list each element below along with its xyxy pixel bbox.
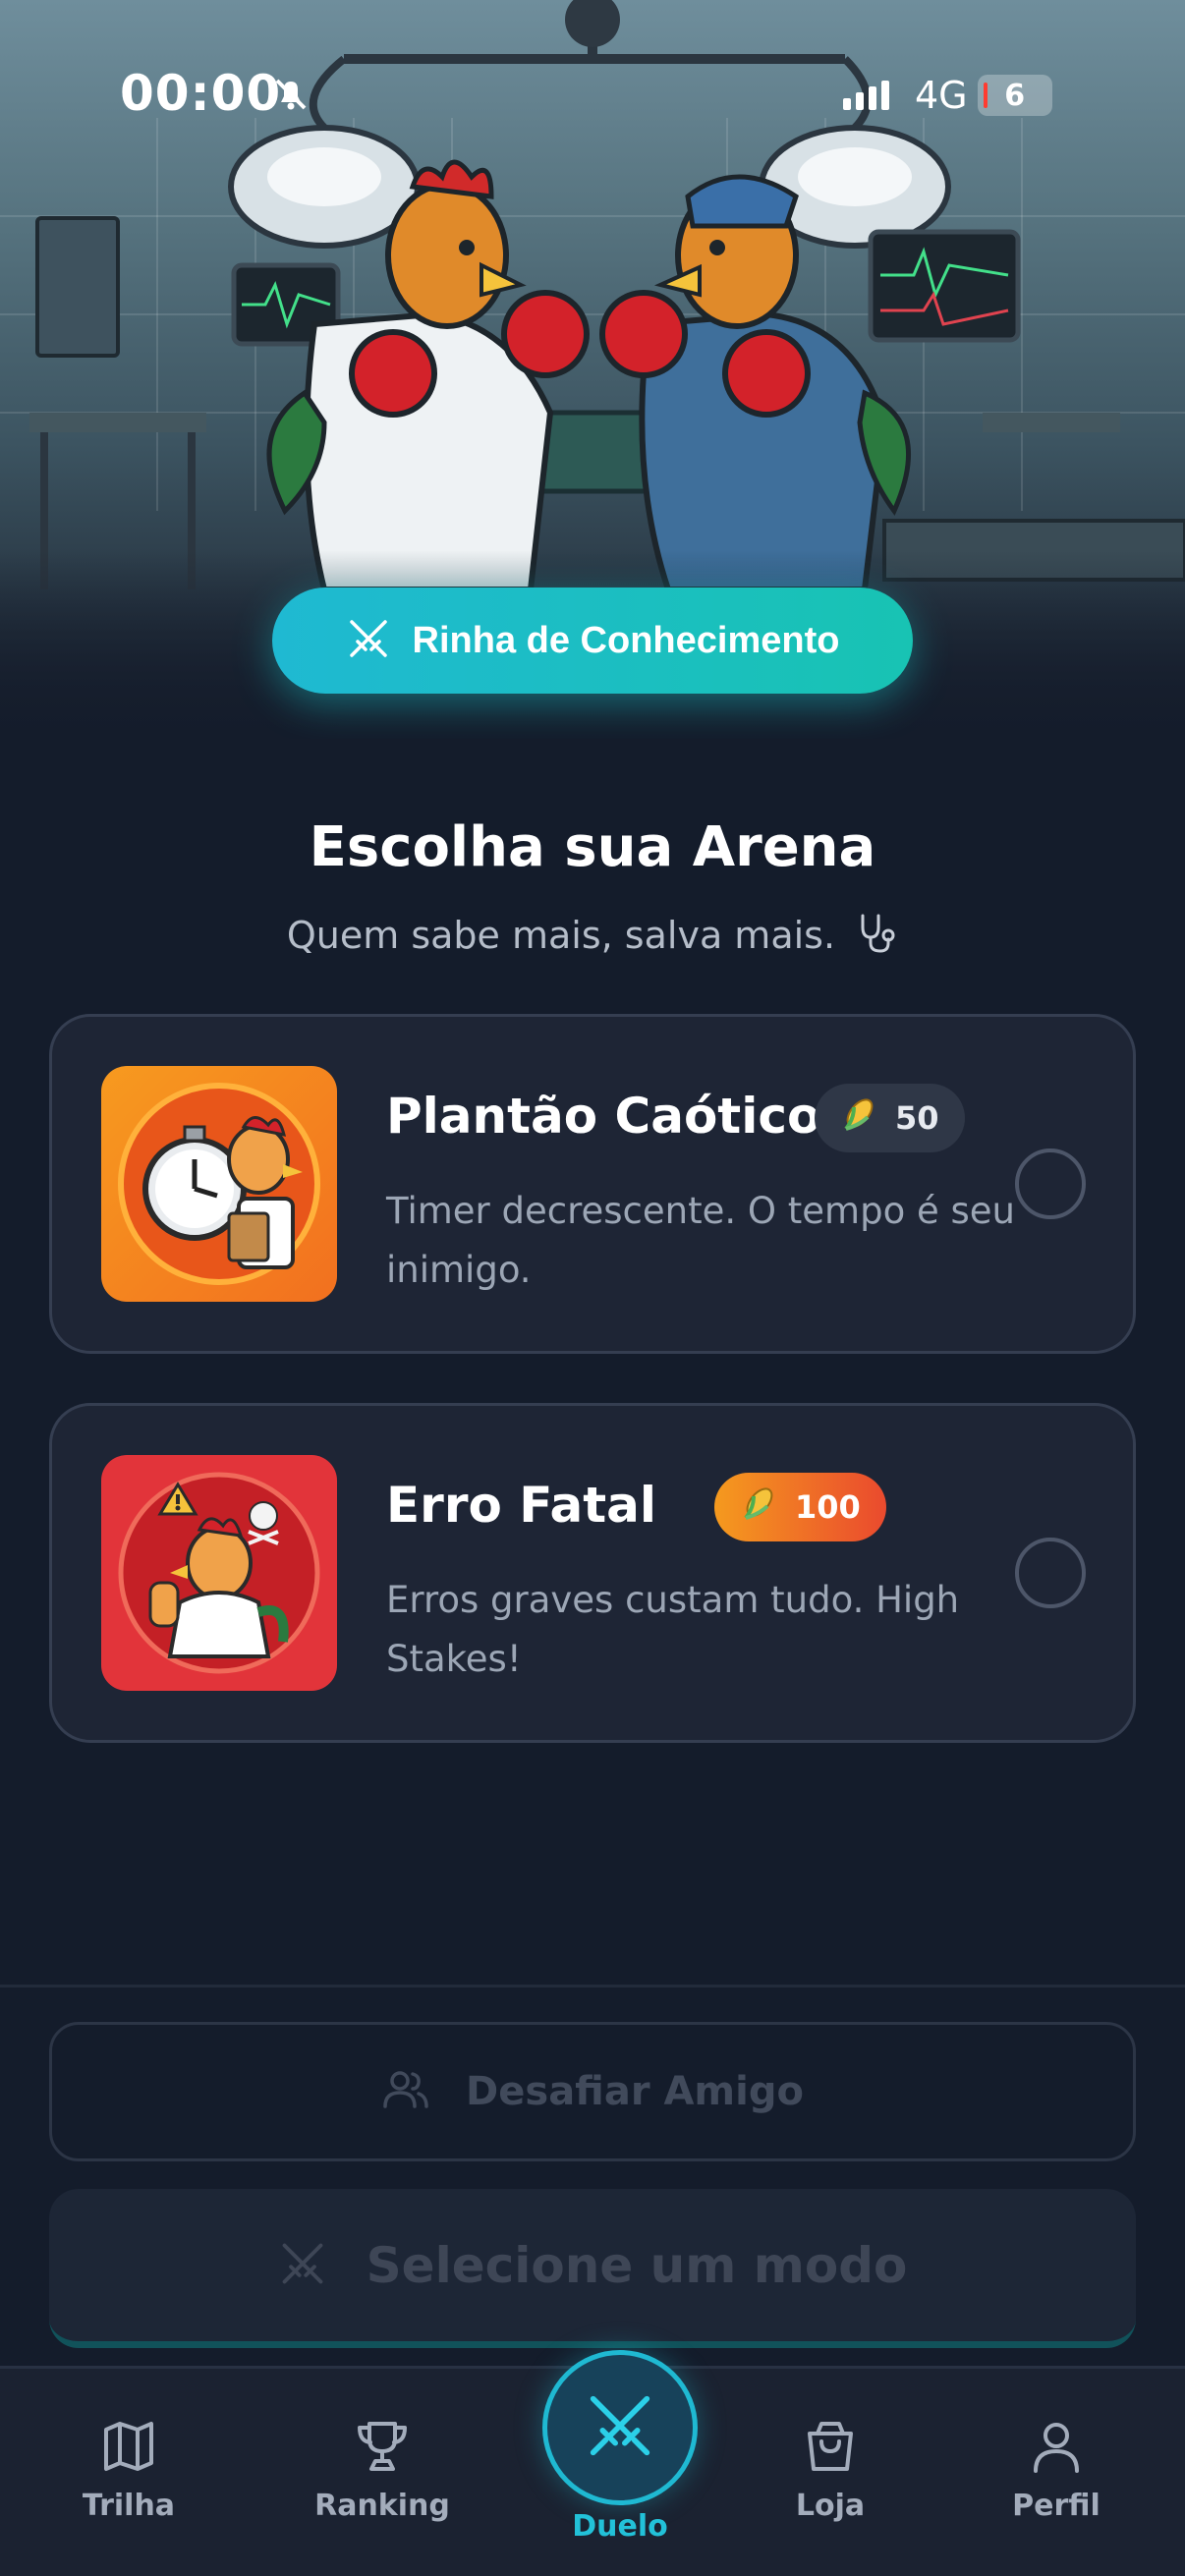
cost-badge: 50: [815, 1084, 965, 1152]
mode-title: Erro Fatal: [386, 1477, 656, 1534]
nav-item-duelo[interactable]: [542, 2350, 698, 2505]
status-time: 00:00: [120, 65, 282, 122]
nav-label-duelo: Duelo: [572, 2509, 668, 2544]
user-icon: [1028, 2423, 1085, 2479]
challenge-friend-label: Desafiar Amigo: [466, 2069, 804, 2114]
bell-muted-icon: [271, 75, 310, 118]
users-icon: [381, 2065, 430, 2118]
stethoscope-icon: [855, 912, 898, 964]
cost-badge: 100: [714, 1473, 886, 1541]
status-indicators: 4G 6: [843, 71, 1052, 120]
arena-title: Escolha sua Arena: [309, 815, 876, 879]
corn-icon: [840, 1093, 881, 1143]
mode-card-erro-fatal[interactable]: Erro Fatal 100 Erros graves custam tudo.…: [49, 1403, 1136, 1743]
battery-level: 6: [1004, 78, 1026, 113]
trophy-icon: [354, 2422, 411, 2479]
plantao-caotico-thumbnail: [101, 1066, 337, 1302]
nav-item-ranking[interactable]: Ranking: [284, 2418, 480, 2523]
nav-label: Trilha: [82, 2489, 176, 2523]
mode-title-pill: Rinha de Conhecimento: [272, 588, 913, 694]
mode-title-label: Rinha de Conhecimento: [412, 619, 840, 661]
mode-description: Erros graves custam tudo. High Stakes!: [386, 1579, 960, 1680]
mode-radio-plantao-caotico[interactable]: [1015, 1148, 1086, 1219]
nav-item-perfil[interactable]: Perfil: [958, 2418, 1155, 2523]
crossed-swords-icon: [278, 2239, 327, 2292]
erro-fatal-thumbnail: [101, 1455, 337, 1691]
arena-subtitle-text: Quem sabe mais, salva mais.: [286, 914, 836, 957]
mode-description: Timer decrescente. O tempo é seu inimigo…: [386, 1190, 1016, 1291]
mode-radio-erro-fatal[interactable]: [1015, 1538, 1086, 1608]
select-mode-label: Selecione um modo: [366, 2236, 908, 2294]
corn-icon: [740, 1483, 781, 1532]
signal-icon: [843, 81, 889, 110]
mode-title: Plantão Caótico: [386, 1088, 821, 1145]
arena-subtitle: Quem sabe mais, salva mais.: [0, 912, 1185, 964]
cost-value: 50: [895, 1099, 939, 1137]
hero-banner: 00:00 4G 6 Rinha de Conhecimento: [0, 0, 1185, 739]
nav-label: Ranking: [314, 2489, 450, 2523]
crossed-swords-icon: [346, 616, 391, 665]
shopping-bag-icon: [802, 2422, 859, 2479]
crossed-swords-icon: [584, 2389, 656, 2466]
nav-item-loja[interactable]: Loja: [732, 2418, 929, 2523]
divider: [0, 1985, 1185, 1988]
map-icon: [100, 2422, 157, 2479]
network-label: 4G: [915, 74, 968, 117]
nav-item-trilha[interactable]: Trilha: [30, 2418, 227, 2523]
challenge-friend-button[interactable]: Desafiar Amigo: [49, 2022, 1136, 2161]
cost-value: 100: [795, 1488, 861, 1526]
mode-card-plantao-caotico[interactable]: Plantão Caótico 50 Timer decrescente. O …: [49, 1014, 1136, 1354]
nav-label: Perfil: [1012, 2489, 1100, 2523]
select-mode-button[interactable]: Selecione um modo: [49, 2189, 1136, 2348]
nav-label: Loja: [795, 2489, 866, 2523]
battery-icon: 6: [977, 75, 1052, 116]
